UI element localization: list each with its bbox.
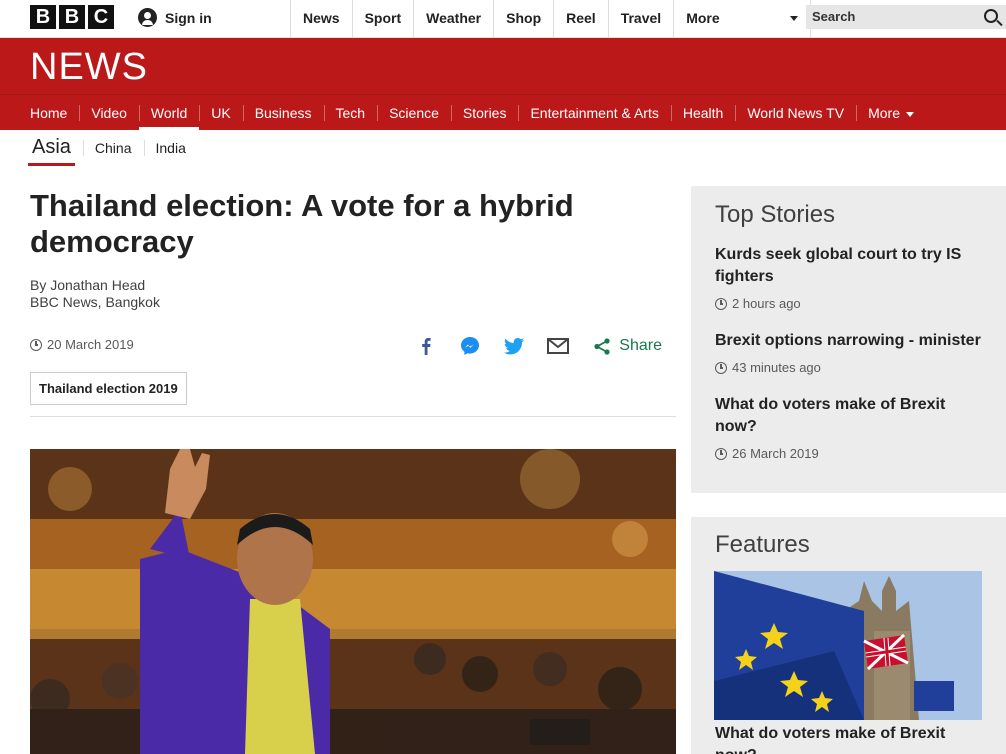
news-nav-science[interactable]: Science xyxy=(377,95,451,131)
search-input[interactable]: Search xyxy=(806,5,1006,29)
global-nav-weather[interactable]: Weather xyxy=(413,0,493,37)
news-nav-more-label: More xyxy=(868,105,900,121)
sign-in-link[interactable]: Sign in xyxy=(138,8,212,27)
sign-in-label: Sign in xyxy=(165,9,212,26)
global-nav-sport[interactable]: Sport xyxy=(351,0,414,37)
divider xyxy=(30,416,676,417)
topic-tag[interactable]: Thailand election 2019 xyxy=(30,372,187,405)
facebook-icon[interactable] xyxy=(415,335,437,357)
news-nav-world-news-tv[interactable]: World News TV xyxy=(735,95,856,131)
global-nav: News Sport Weather Shop Reel Travel More xyxy=(290,0,812,37)
top-story-item[interactable]: Kurds seek global court to try IS fighte… xyxy=(715,244,987,311)
features-panel: Features What do voters make of Brexit n… xyxy=(691,517,1006,754)
feature-image[interactable] xyxy=(714,571,982,720)
subnav-current-asia[interactable]: Asia xyxy=(28,130,75,166)
byline-role: BBC News, Bangkok xyxy=(30,294,160,310)
features-title: Features xyxy=(715,531,810,558)
article-hero-image xyxy=(30,449,676,754)
news-banner: NEWS xyxy=(0,38,1006,94)
top-story-time: 43 minutes ago xyxy=(715,360,987,375)
messenger-icon[interactable] xyxy=(459,335,481,357)
article-headline: Thailand election: A vote for a hybrid d… xyxy=(30,188,574,259)
global-nav-more[interactable]: More xyxy=(673,0,812,37)
twitter-icon[interactable] xyxy=(503,335,525,357)
global-nav-shop[interactable]: Shop xyxy=(493,0,553,37)
news-nav: Home Video World UK Business Tech Scienc… xyxy=(0,94,1006,131)
share-icon[interactable] xyxy=(591,335,613,357)
top-story-title[interactable]: What do voters make of Brexit now? xyxy=(715,394,987,438)
news-nav-stories[interactable]: Stories xyxy=(450,95,519,131)
clock-icon xyxy=(715,447,727,460)
photo-eu-flag-westminster xyxy=(714,571,982,720)
clock-icon xyxy=(715,361,727,374)
subnav-india[interactable]: India xyxy=(143,130,198,166)
news-nav-tech[interactable]: Tech xyxy=(323,95,378,131)
search-placeholder: Search xyxy=(812,9,856,24)
clock-icon xyxy=(715,297,727,310)
logo-letter-b1: B xyxy=(30,5,56,29)
photo-waving-man xyxy=(30,449,676,754)
news-nav-more[interactable]: More xyxy=(856,95,926,131)
article-date: 20 March 2019 xyxy=(30,337,134,352)
subnav-china[interactable]: China xyxy=(82,130,144,166)
news-nav-video[interactable]: Video xyxy=(79,95,139,131)
chevron-down-icon xyxy=(905,111,914,117)
top-stories-panel: Top Stories Kurds seek global court to t… xyxy=(691,186,1006,493)
top-story-time: 26 March 2019 xyxy=(715,446,987,461)
share-tools: Share xyxy=(393,332,662,360)
region-subnav: Asia China India xyxy=(0,130,1006,166)
top-story-item[interactable]: Brexit options narrowing - minister 43 m… xyxy=(715,330,987,375)
top-story-title[interactable]: Brexit options narrowing - minister xyxy=(715,330,987,352)
logo-letter-c: C xyxy=(88,5,114,29)
clock-icon xyxy=(30,338,42,351)
news-nav-uk[interactable]: UK xyxy=(199,95,242,131)
news-nav-home[interactable]: Home xyxy=(18,95,79,131)
global-nav-travel[interactable]: Travel xyxy=(607,0,673,37)
byline-author: By Jonathan Head xyxy=(30,277,146,293)
global-more-label: More xyxy=(686,10,720,26)
search-icon[interactable] xyxy=(984,9,998,23)
share-label[interactable]: Share xyxy=(619,337,662,355)
top-story-time-text: 26 March 2019 xyxy=(732,446,819,461)
news-nav-health[interactable]: Health xyxy=(670,95,735,131)
news-logo[interactable]: NEWS xyxy=(30,48,148,86)
top-story-time: 2 hours ago xyxy=(715,296,987,311)
top-story-item[interactable]: What do voters make of Brexit now? 26 Ma… xyxy=(715,394,987,461)
top-story-title[interactable]: Kurds seek global court to try IS fighte… xyxy=(715,244,987,288)
user-icon xyxy=(138,8,157,27)
top-story-time-text: 43 minutes ago xyxy=(732,360,821,375)
global-nav-reel[interactable]: Reel xyxy=(553,0,608,37)
top-stories-title: Top Stories xyxy=(715,201,836,228)
logo-letter-b2: B xyxy=(59,5,85,29)
news-nav-entertainment-arts[interactable]: Entertainment & Arts xyxy=(518,95,670,131)
byline: By Jonathan Head BBC News, Bangkok xyxy=(30,277,676,311)
feature-title[interactable]: What do voters make of Brexit now? xyxy=(715,723,987,754)
email-icon[interactable] xyxy=(547,335,570,357)
news-nav-business[interactable]: Business xyxy=(242,95,324,131)
article-meta: 20 March 2019 Share xyxy=(30,332,676,360)
global-header: B B C Sign in News Sport Weather Shop Re… xyxy=(0,0,1006,38)
article-date-text: 20 March 2019 xyxy=(47,337,134,352)
article: Thailand election: A vote for a hybrid d… xyxy=(30,188,676,417)
global-nav-news[interactable]: News xyxy=(290,0,352,37)
bbc-logo[interactable]: B B C xyxy=(30,5,114,29)
top-story-time-text: 2 hours ago xyxy=(732,296,801,311)
chevron-down-icon xyxy=(790,16,799,21)
news-nav-world[interactable]: World xyxy=(138,95,200,131)
